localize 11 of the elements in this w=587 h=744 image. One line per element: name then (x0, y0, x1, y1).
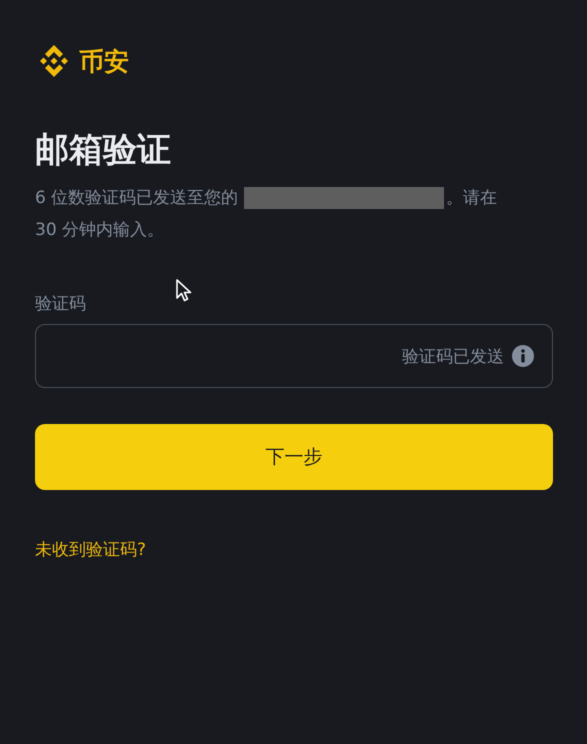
resend-help-link[interactable]: 未收到验证码? (35, 538, 146, 561)
description-text: 6 位数验证码已发送至您的 (35, 187, 238, 210)
description-text: 。请在 (446, 187, 498, 210)
page-title: 邮箱验证 (35, 129, 172, 172)
field-label: 验证码 (35, 293, 86, 316)
sent-status-text: 验证码已发送 (402, 346, 504, 368)
brand-name: 币安 (79, 46, 129, 78)
description-text: 30 分钟内输入。 (35, 219, 164, 242)
info-icon[interactable] (512, 345, 534, 367)
next-button[interactable]: 下一步 (35, 424, 553, 490)
code-input-field[interactable]: 验证码已发送 (35, 324, 553, 388)
